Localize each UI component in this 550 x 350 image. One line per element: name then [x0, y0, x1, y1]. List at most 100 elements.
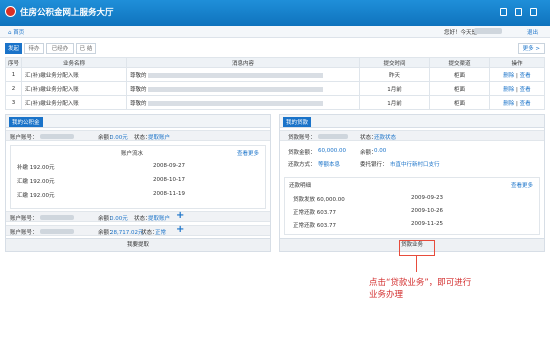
repay-record-date: 2009-09-23: [411, 195, 443, 201]
table-row[interactable]: 3 汇(补)缴业务分配入账 尊敬的 1月前 柜面 删除 | 查看: [5, 95, 545, 110]
loan-account-row[interactable]: 贷款账号： 状态： 还款状态: [280, 130, 544, 141]
col-action: 操作: [489, 57, 545, 68]
expand-plus-icon[interactable]: +: [176, 210, 184, 221]
row-actions: 删除 | 查看: [489, 81, 545, 96]
account-row-3[interactable]: 账户账号： 余额： 28,717.02元 状态： 正常 +: [6, 224, 270, 236]
view-link[interactable]: 查看: [520, 101, 531, 107]
withdraw-button[interactable]: 我要提取: [6, 238, 270, 251]
app-title: 住房公积金网上服务大厅: [20, 8, 114, 18]
tab-todo[interactable]: 待办: [24, 43, 44, 54]
row-message-text: 尊敬的: [130, 72, 147, 79]
message-blurred: [148, 86, 324, 92]
tab-start[interactable]: 发起: [5, 43, 22, 54]
view-link[interactable]: 查看: [520, 73, 531, 79]
fund-panel-tag: 我的公积金: [9, 117, 43, 127]
loan-account-label: 贷款账号：: [288, 135, 316, 141]
row-channel: 柜面: [429, 67, 490, 82]
row-name: 汇(补)缴业务分配入账: [21, 95, 127, 110]
document-icon[interactable]: [500, 8, 507, 16]
row-no: 1: [5, 67, 22, 82]
state-value: 提取账户: [148, 216, 171, 222]
row-name: 汇(补)缴业务分配入账: [21, 81, 127, 96]
logout-link[interactable]: 退出: [527, 28, 538, 36]
table-row[interactable]: 2 汇(补)缴业务分配入账 尊敬的 1月前 柜面 删除 | 查看: [5, 81, 545, 96]
repay-method-value: 等额本息: [318, 162, 341, 168]
tab-bar: 发起 待办 已经办 已 结 更多 >: [5, 43, 545, 55]
col-channel: 提交渠道: [429, 57, 490, 68]
fund-record-date: 2008-11-19: [153, 191, 185, 197]
delete-link[interactable]: 删除: [503, 87, 514, 93]
col-message: 消息内容: [126, 57, 360, 68]
fund-record-date: 2008-10-17: [153, 177, 185, 183]
callout-line: [416, 256, 417, 272]
fund-record-text: 补缴 192.00元: [17, 165, 55, 171]
repay-record-date: 2009-11-25: [411, 221, 443, 227]
row-no: 2: [5, 81, 22, 96]
fund-detail-title: 账户流水: [121, 151, 144, 157]
account-label: 账户账号：: [10, 216, 38, 222]
repay-detail-section: 还款明细 查看更多 贷款发放 60,000.00 2009-09-23 正常还款…: [284, 177, 540, 235]
row-channel: 柜面: [429, 81, 490, 96]
repay-detail-title: 还款明细: [289, 183, 312, 189]
repay-record-text: 贷款发放 60,000.00: [293, 197, 345, 203]
row-message: 尊敬的: [126, 67, 360, 82]
message-table: 序号 业务名称 消息内容 提交时间 提交渠道 操作 1 汇(补)缴业务分配入账 …: [5, 57, 545, 110]
row-message: 尊敬的: [126, 95, 360, 110]
row-message: 尊敬的: [126, 81, 360, 96]
table-row[interactable]: 1 汇(补)缴业务分配入账 尊敬的 昨天 柜面 删除 | 查看: [5, 67, 545, 82]
tab-finished[interactable]: 已 结: [76, 43, 96, 54]
repay-record-date: 2009-10-26: [411, 208, 443, 214]
row-channel: 柜面: [429, 95, 490, 110]
repay-more-link[interactable]: 查看更多: [511, 181, 533, 189]
loan-account-blurred: [318, 134, 348, 139]
loan-state-value: 还款状态: [374, 135, 397, 141]
delete-link[interactable]: 删除: [503, 101, 514, 107]
balance-value: 28,717.02元: [110, 230, 144, 236]
row-time: 1月前: [359, 81, 430, 96]
col-time: 提交时间: [359, 57, 430, 68]
fund-panel-header: 我的公积金: [6, 115, 270, 128]
row-actions: 删除 | 查看: [489, 95, 545, 110]
row-actions: 删除 | 查看: [489, 67, 545, 82]
row-time: 昨天: [359, 67, 430, 82]
callout-text: 点击“贷款业务”，即可进行业务办理: [369, 278, 472, 300]
top-bar: 住房公积金网上服务大厅: [0, 0, 550, 26]
view-link[interactable]: 查看: [520, 87, 531, 93]
loan-panel: 我的贷款 贷款账号： 状态： 还款状态 贷款金额： 60,000.00 余额： …: [279, 114, 545, 252]
fund-record-date: 2008-09-27: [153, 163, 185, 169]
account-label: 账户账号：: [10, 230, 38, 236]
loan-panel-header: 我的贷款: [280, 115, 544, 128]
message-blurred: [148, 72, 324, 78]
logo-icon: [5, 6, 16, 17]
repay-method-label: 还款方式：: [288, 162, 316, 168]
account-label: 账户账号：: [10, 135, 38, 141]
fund-record-text: 汇缴 192.00元: [17, 193, 55, 199]
loan-amount-value: 60,000.00: [318, 148, 346, 154]
user-name-blurred: [474, 28, 502, 34]
loan-amount-label: 贷款金额：: [288, 150, 316, 156]
fund-record-text: 汇缴 192.00元: [17, 179, 55, 185]
col-name: 业务名称: [21, 57, 127, 68]
more-button[interactable]: 更多 >: [517, 43, 545, 54]
row-no: 3: [5, 95, 22, 110]
settings-icon[interactable]: [515, 8, 522, 16]
expand-plus-icon[interactable]: +: [176, 224, 184, 235]
home-link[interactable]: ⌂ 首页: [8, 28, 24, 36]
account-blurred: [40, 134, 74, 139]
repay-record-text: 正常还款 603.77: [293, 223, 336, 229]
fund-panel: 我的公积金 账户账号： 余额： 0.00元 状态： 提取账户 账户流水 查看更多…: [5, 114, 271, 252]
bank-label: 委托银行：: [360, 162, 388, 168]
fund-more-link[interactable]: 查看更多: [237, 149, 259, 157]
delete-link[interactable]: 删除: [503, 73, 514, 79]
state-value: 提取账户: [148, 135, 171, 141]
loan-remain-value: 0.00: [374, 148, 387, 154]
fund-detail-section: 账户流水 查看更多 补缴 192.00元 2008-09-27 汇缴 192.0…: [10, 145, 266, 209]
account-row-2[interactable]: 账户账号： 余额： 0.00元 状态： 提取账户 +: [6, 210, 270, 222]
bank-value: 市直中行新村口支行: [390, 162, 440, 168]
repay-record-text: 正常还款 603.77: [293, 210, 336, 216]
account-row-1[interactable]: 账户账号： 余额： 0.00元 状态： 提取账户: [6, 130, 270, 141]
balance-value: 0.00元: [110, 216, 128, 222]
tab-done[interactable]: 已经办: [46, 43, 74, 54]
window-icon[interactable]: [530, 8, 537, 16]
highlight-box: [399, 240, 435, 256]
